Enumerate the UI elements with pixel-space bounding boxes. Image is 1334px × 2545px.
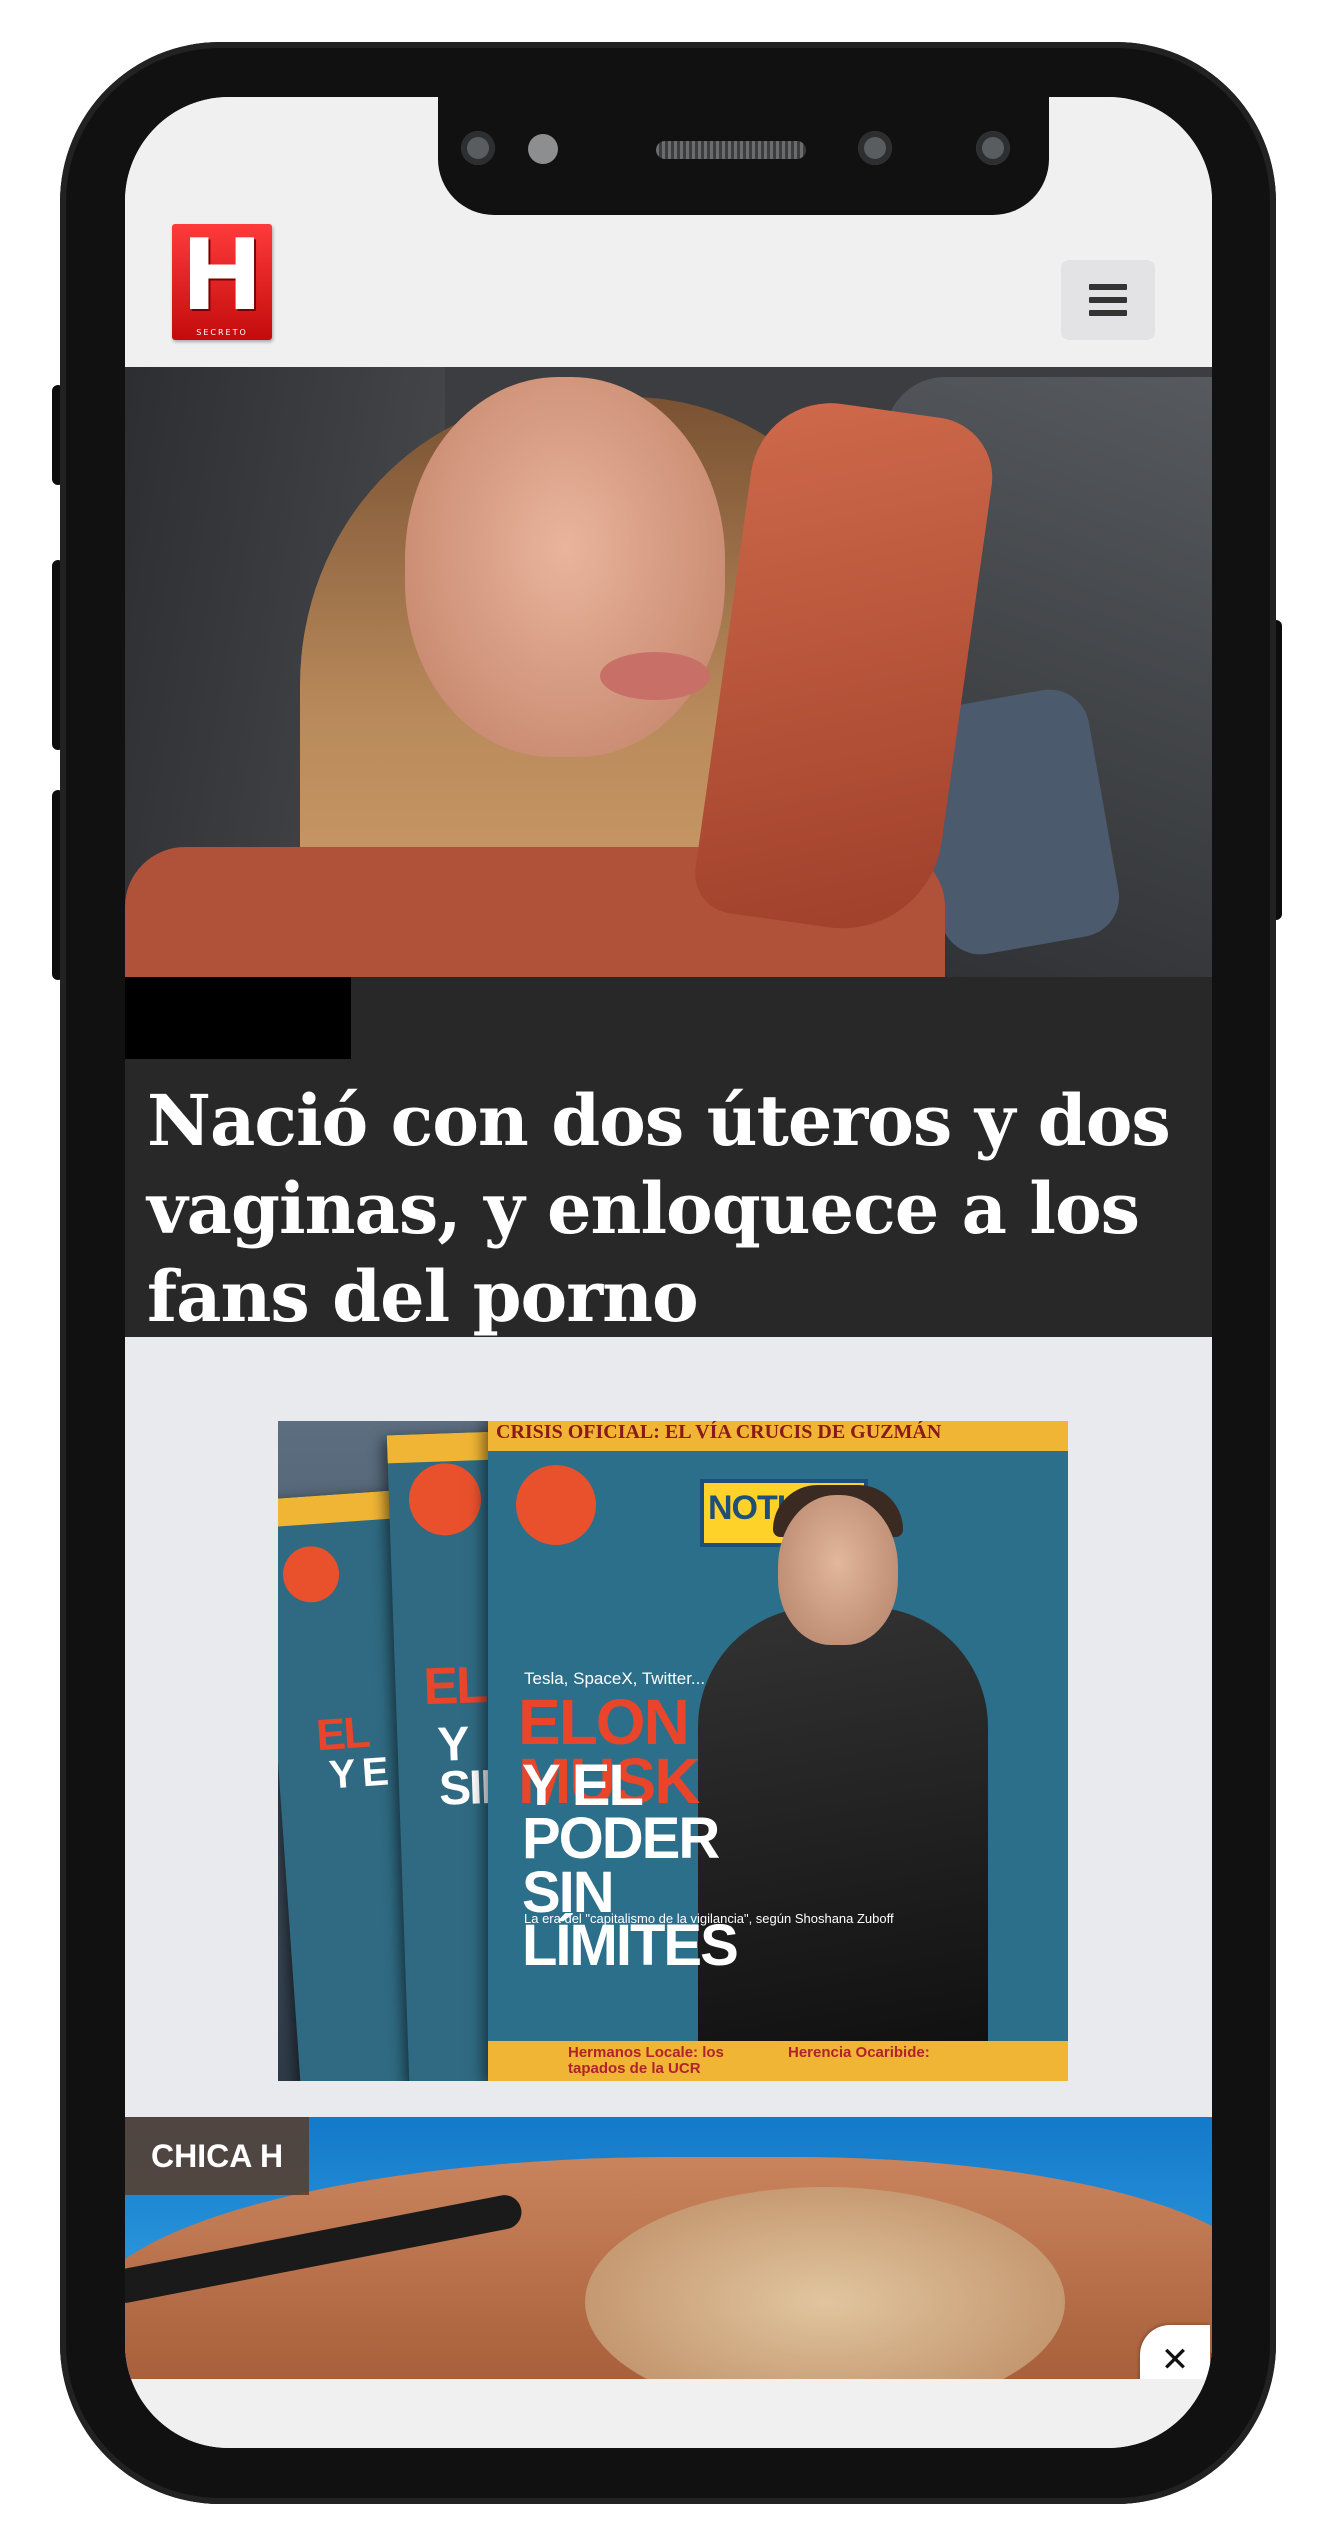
magazine-cover-front: CRISIS OFICIAL: EL VÍA CRUCIS DE GUZMÁN … [488, 1421, 1068, 2081]
logo-letter: H [180, 219, 264, 333]
cover-bottom-strip: Hermanos Locale: los tapados de la UCR H… [488, 2041, 1068, 2081]
logo-subtitle: SECRETO [196, 328, 248, 337]
chica-h-label[interactable]: CHICA H [125, 2117, 310, 2195]
lips-shape [600, 652, 710, 700]
hamburger-menu-button[interactable] [1061, 260, 1155, 340]
face-shape [405, 377, 725, 757]
hamburger-menu-icon [1089, 310, 1127, 316]
magazine-ad-banner[interactable]: EL Y E ELON YSIN CRISIS OFICIAL: EL VÍA … [278, 1421, 1068, 2081]
cover-strip-right: Herencia Ocaribide: [788, 2044, 930, 2061]
phone-notch [438, 97, 1049, 215]
hamburger-menu-icon [1089, 284, 1127, 290]
proximity-sensor-icon [528, 134, 558, 164]
category-tag[interactable] [125, 977, 351, 1059]
article-headline[interactable]: Nació con dos úteros y dos vaginas, y en… [147, 1077, 1197, 1341]
cover-badge-icon [516, 1465, 596, 1545]
hero-article-image[interactable] [125, 367, 1212, 977]
hamburger-menu-icon [1089, 297, 1127, 303]
cover-badge-icon [281, 1544, 341, 1605]
cover-badge-icon [407, 1462, 483, 1537]
phone-screen: H SECRETO Nació con dos úteros y dos vag… [125, 97, 1212, 2448]
cover-headline-white: Y EL PODER SIN LÍMITES [522, 1753, 739, 1979]
chica-h-banner[interactable]: CHICA H [125, 2117, 1212, 2379]
magazine-ad-section: EL Y E ELON YSIN CRISIS OFICIAL: EL VÍA … [125, 1337, 1212, 2117]
front-camera-icon [461, 131, 495, 165]
site-logo[interactable]: H SECRETO [172, 224, 272, 340]
earpiece-speaker-icon [656, 141, 806, 159]
headline-panel[interactable]: Nació con dos úteros y dos vaginas, y en… [125, 977, 1212, 1338]
page-bottom-space [125, 2379, 1212, 2448]
phone-frame: H SECRETO Nació con dos úteros y dos vag… [60, 42, 1276, 2504]
cover-subline: La era del "capitalismo de la vigilancia… [524, 1911, 894, 1926]
cover-portrait-head [778, 1495, 898, 1645]
face-id-sensor-icon [858, 131, 892, 165]
cover-headline-fragment: Y E [327, 1749, 389, 1798]
dot-projector-icon [976, 131, 1010, 165]
cover-strip-left: Hermanos Locale: los tapados de la UCR [568, 2044, 724, 2077]
cover-headline-fragment: EL [314, 1707, 371, 1761]
cover-top-band-text: CRISIS OFICIAL: EL VÍA CRUCIS DE GUZMÁN [496, 1421, 942, 1443]
